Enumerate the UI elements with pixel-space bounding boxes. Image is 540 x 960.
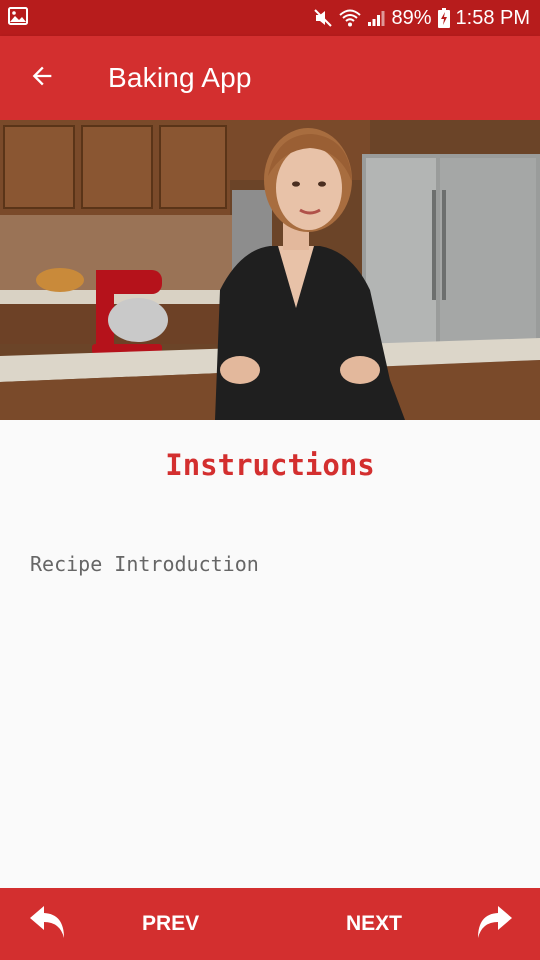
mute-icon: [313, 8, 333, 28]
clock: 1:58 PM: [455, 6, 530, 29]
app-title: Baking App: [108, 62, 252, 93]
next-icon-button[interactable]: [472, 888, 516, 960]
image-icon: [8, 6, 28, 30]
wifi-icon: [339, 9, 362, 27]
status-bar: 89% 1:58 PM: [0, 0, 540, 36]
instructions-heading: Instructions: [165, 448, 375, 482]
arrow-back-icon: [28, 62, 56, 95]
next-button[interactable]: NEXT: [346, 888, 402, 960]
redo-arrow-icon: [472, 902, 516, 947]
video-frame: [0, 120, 540, 420]
app-bar: Baking App: [0, 36, 540, 120]
prev-icon-button[interactable]: [26, 888, 70, 960]
battery-charging-icon: [437, 8, 450, 28]
back-button[interactable]: [0, 36, 84, 120]
signal-icon: [367, 9, 385, 27]
video-player[interactable]: [0, 120, 540, 420]
undo-arrow-icon: [26, 902, 70, 947]
bottom-navigation: PREV NEXT: [0, 888, 540, 960]
step-description: Recipe Introduction: [30, 552, 259, 576]
prev-button[interactable]: PREV: [142, 888, 199, 960]
battery-percent: 89%: [391, 6, 432, 29]
